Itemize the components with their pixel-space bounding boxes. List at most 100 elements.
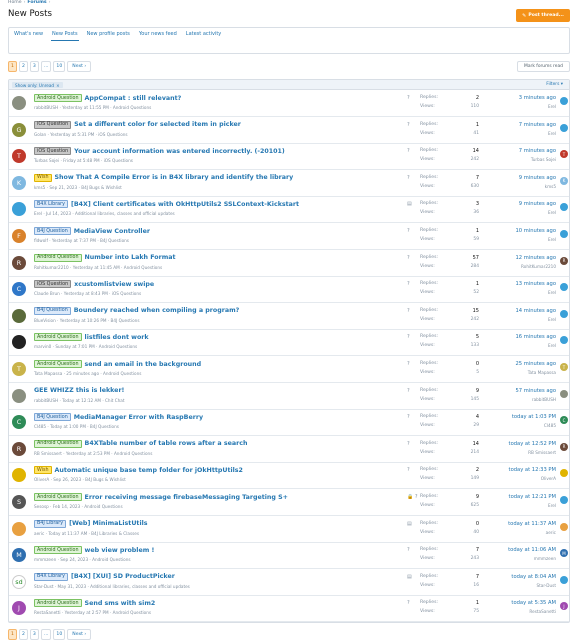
thread-title-text[interactable]: Your account information was entered inc… [74, 148, 285, 155]
thread-title-text[interactable]: Send sms with sim2 [85, 600, 156, 607]
avatar[interactable]: K [12, 175, 26, 190]
last-poster-avatar[interactable]: R [560, 256, 568, 265]
thread-title-text[interactable]: Show That A Compile Error is in B4X libr… [55, 174, 294, 181]
thread-title[interactable]: Android Question Number into Lakh Format [34, 253, 176, 262]
page-link[interactable]: 3 [29, 629, 39, 640]
thread-title-text[interactable]: Number into Lakh Format [85, 254, 176, 261]
last-post-time[interactable]: today at 1:03 PM [512, 414, 556, 420]
last-poster-avatar[interactable]: M [560, 549, 568, 558]
thread-prefix-badge[interactable]: Android Question [34, 333, 82, 342]
thread-title[interactable]: iOS Question Set a different color for se… [34, 120, 241, 129]
tab-latest-activity[interactable]: Latest activity [185, 30, 222, 41]
last-poster[interactable]: Erel [548, 131, 556, 136]
thread-title[interactable]: B4X Library [B4X] Client certificates wit… [34, 200, 299, 209]
thread-title[interactable]: Wish Automatic unique base temp folder fo… [34, 466, 243, 475]
last-post-time[interactable]: 16 minutes ago [515, 334, 556, 340]
last-poster[interactable]: RestaSanetti [529, 609, 556, 614]
last-post-time[interactable]: today at 12:52 PM [509, 441, 556, 447]
thread-row[interactable]: TiOS Question Your account information wa… [9, 144, 569, 171]
thread-title-text[interactable]: xcustomlistview swipe [74, 281, 154, 288]
last-post-time[interactable]: 57 minutes ago [515, 388, 556, 394]
last-poster-avatar[interactable]: T [560, 150, 568, 159]
thread-title[interactable]: iOS Question xcustomlistview swipe [34, 280, 154, 289]
last-poster-avatar[interactable] [560, 522, 568, 531]
thread-prefix-badge[interactable]: B4J Question [34, 227, 71, 235]
last-post-time[interactable]: 13 minutes ago [515, 281, 556, 287]
last-post-time[interactable]: today at 12:33 PM [509, 467, 556, 473]
breadcrumb-forums[interactable]: Forums [27, 0, 46, 5]
thread-title[interactable]: B4J Question Boundery reached when compil… [34, 306, 240, 315]
thread-prefix-badge[interactable]: iOS Question [34, 120, 72, 129]
last-poster[interactable]: Star-Dust [536, 583, 556, 588]
thread-title-text[interactable]: web view problem ! [85, 547, 155, 554]
thread-title-text[interactable]: Boundery reached when compiling a progra… [74, 307, 240, 314]
thread-title[interactable]: Android Question AppCompat : still releva… [34, 94, 181, 102]
thread-prefix-badge[interactable]: B4X Library [34, 572, 68, 581]
last-poster[interactable]: Erel [548, 290, 556, 295]
thread-title-text[interactable]: [B4X] Client certificates with OkHttpUti… [71, 201, 299, 208]
avatar[interactable]: C [12, 282, 26, 297]
thread-row[interactable]: CiOS Question xcustomlistview swipe Claude… [9, 277, 569, 304]
thread-row[interactable]: F B4J Question MediaView Controller fldwolf… [9, 224, 569, 250]
filter-chip-unread[interactable]: Show only: Unread × [12, 82, 63, 88]
thread-row[interactable]: K Wish Show That A Compile Error is in B4X… [9, 171, 569, 197]
thread-title[interactable]: Android Question Send sms with sim2 [34, 599, 156, 608]
last-poster-avatar[interactable] [560, 97, 568, 105]
avatar[interactable] [12, 308, 26, 323]
thread-prefix-badge[interactable]: Android Question [34, 546, 82, 555]
last-poster-avatar[interactable]: K [560, 176, 568, 185]
last-poster-avatar[interactable] [560, 230, 568, 238]
thread-title-text[interactable]: GEE WHIZZ this is lekker! [34, 387, 124, 394]
last-post-time[interactable]: 12 minutes ago [515, 255, 556, 261]
last-post-time[interactable]: 9 minutes ago [519, 175, 556, 181]
thread-row[interactable]: R Android Question B4XTable number of tabl… [9, 437, 569, 463]
last-post-time[interactable]: 14 minutes ago [515, 308, 556, 314]
last-poster-avatar[interactable] [560, 389, 568, 398]
thread-prefix-badge[interactable]: B4X Library [34, 200, 68, 209]
page-jump[interactable]: … [40, 629, 52, 640]
page-link[interactable]: 1 [8, 61, 17, 72]
thread-prefix-badge[interactable]: B4J Question [34, 413, 71, 422]
avatar[interactable]: M [12, 548, 26, 563]
last-post-time[interactable]: today at 12:21 PM [509, 494, 556, 500]
avatar[interactable]: G [12, 122, 26, 137]
filters-menu[interactable]: Filters ▾ [546, 82, 563, 87]
last-post-time[interactable]: 7 minutes ago [519, 122, 556, 128]
last-poster-avatar[interactable]: C [560, 416, 568, 425]
avatar[interactable]: J [12, 601, 26, 616]
last-poster[interactable]: RohitKumar2210 [521, 264, 556, 269]
last-poster[interactable]: OliverA [541, 476, 556, 481]
thread-title[interactable]: B4J Question MediaView Controller [34, 227, 150, 235]
thread-title-text[interactable]: B4XTable number of table rows after a se… [85, 440, 248, 447]
tab-new-posts[interactable]: New Posts [51, 30, 79, 41]
page-link[interactable]: 2 [18, 61, 28, 72]
thread-title-text[interactable]: [Web] MinimaListUtils [69, 520, 147, 527]
avatar[interactable]: R [12, 441, 26, 456]
thread-title-text[interactable]: AppCompat : still relevant? [85, 95, 182, 102]
thread-row[interactable]: B4X Library [B4X] Client certificates wit… [9, 197, 569, 224]
last-poster[interactable]: mmmzeen [534, 556, 556, 561]
next-page-button[interactable]: Next › [67, 61, 92, 72]
thread-title[interactable]: B4J Question MediaManager Error with Rasp… [34, 413, 203, 422]
thread-prefix-badge[interactable]: Wish [34, 466, 52, 475]
thread-title[interactable]: Wish Show That A Compile Error is in B4X … [34, 173, 294, 182]
thread-title[interactable]: Android Question B4XTable number of table… [34, 439, 248, 448]
thread-row[interactable]: sd B4X Library [B4X] [XUI] SD ProductPicke… [9, 570, 569, 596]
next-page-button[interactable]: Next › [67, 629, 92, 640]
avatar[interactable] [12, 521, 26, 536]
last-post-time[interactable]: today at 11:06 AM [508, 547, 556, 553]
tab-whats-new[interactable]: What's new [13, 30, 44, 41]
last-poster-avatar[interactable] [560, 336, 568, 345]
avatar[interactable]: F [12, 229, 26, 243]
last-poster[interactable]: Erel [548, 503, 556, 508]
last-poster[interactable]: RB Smissaert [528, 450, 556, 455]
post-thread-button[interactable]: ✎ Post thread... [516, 9, 570, 22]
thread-title[interactable]: Android Question Error receiving message … [34, 493, 288, 501]
thread-row[interactable]: GEE WHIZZ this is lekker! rabbitBUSH · To… [9, 384, 569, 410]
thread-title-text[interactable]: Error receiving message firebaseMessagin… [85, 494, 288, 501]
last-post-time[interactable]: today at 5:35 AM [511, 600, 556, 606]
thread-prefix-badge[interactable]: Android Question [34, 493, 82, 501]
thread-row[interactable]: T Android Question send an email in the ba… [9, 357, 569, 383]
thread-title-text[interactable]: Automatic unique base temp folder for jO… [55, 467, 243, 474]
thread-prefix-badge[interactable]: Android Question [34, 253, 82, 262]
